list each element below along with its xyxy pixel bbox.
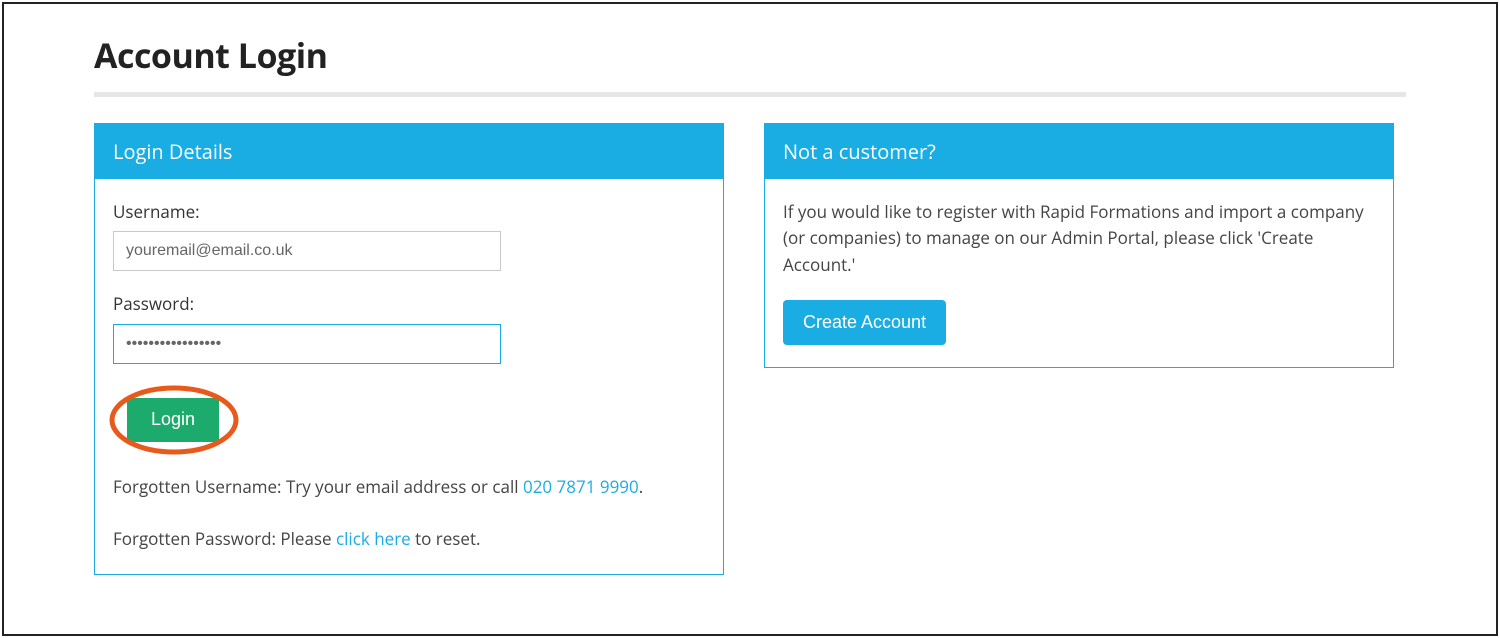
username-label: Username: xyxy=(113,199,705,225)
page-title: Account Login xyxy=(94,32,1406,78)
forgotten-username-line: Forgotten Username: Try your email addre… xyxy=(113,474,705,500)
forgotten-password-suffix: to reset. xyxy=(411,527,481,550)
username-field-group: Username: xyxy=(113,199,705,271)
password-field-group: Password: xyxy=(113,291,705,363)
login-panel: Login Details Username: Password: Login xyxy=(94,123,724,575)
username-input[interactable] xyxy=(113,231,501,271)
reset-password-link[interactable]: click here xyxy=(336,527,411,550)
forgotten-password-prefix: Forgotten Password: Please xyxy=(113,527,336,550)
register-panel-header: Not a customer? xyxy=(765,124,1393,179)
login-panel-body: Username: Password: Login Forgotten User… xyxy=(95,179,723,574)
forgotten-username-prefix: Forgotten Username: Try your email addre… xyxy=(113,475,523,498)
app-frame: Account Login Login Details Username: Pa… xyxy=(2,2,1498,636)
register-description: If you would like to register with Rapid… xyxy=(783,199,1375,278)
login-button[interactable]: Login xyxy=(127,398,219,442)
divider xyxy=(94,92,1406,97)
password-label: Password: xyxy=(113,291,705,317)
forgotten-username-suffix: . xyxy=(639,475,643,498)
password-input[interactable] xyxy=(113,324,501,364)
register-panel-body: If you would like to register with Rapid… xyxy=(765,179,1393,367)
create-account-button[interactable]: Create Account xyxy=(783,300,946,345)
support-phone-link[interactable]: 020 7871 9990 xyxy=(523,475,639,498)
login-button-highlight-wrap: Login xyxy=(107,384,247,456)
register-panel: Not a customer? If you would like to reg… xyxy=(764,123,1394,368)
login-panel-header: Login Details xyxy=(95,124,723,179)
forgotten-password-line: Forgotten Password: Please click here to… xyxy=(113,526,705,552)
content-columns: Login Details Username: Password: Login xyxy=(94,123,1406,575)
